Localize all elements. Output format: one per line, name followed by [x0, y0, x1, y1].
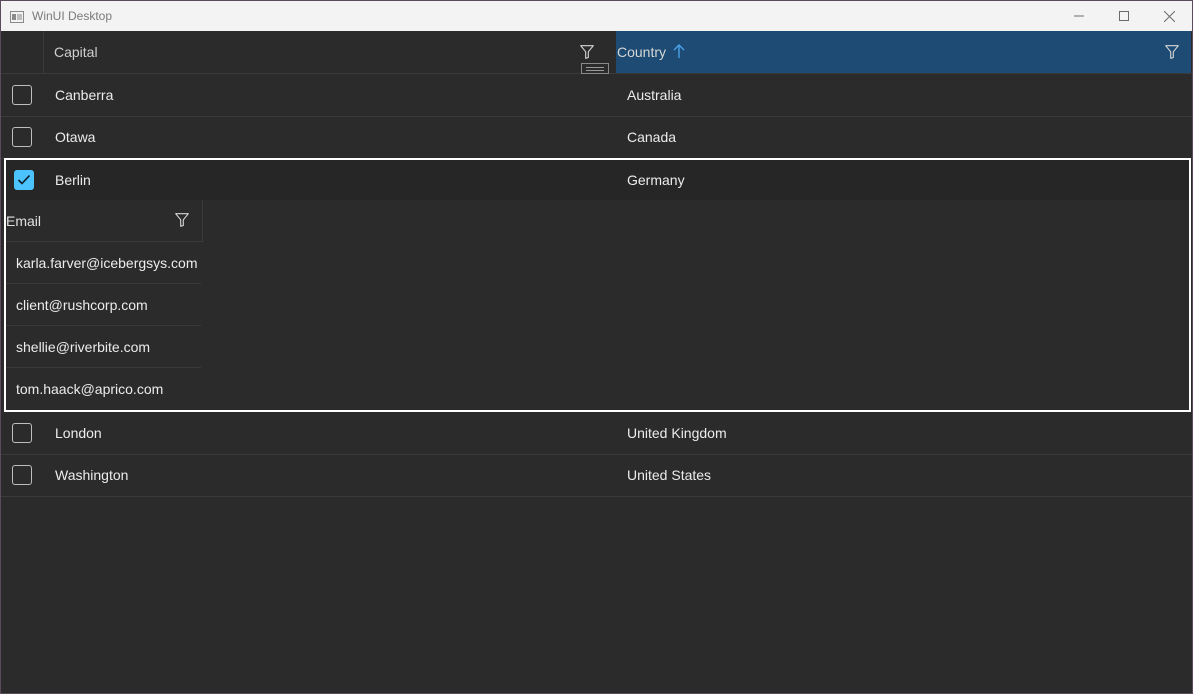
table-row[interactable]: Canberra Australia: [1, 74, 1192, 117]
maximize-icon: [1119, 11, 1129, 21]
details-email-grid: Email karla.farver@icebergsys.com client…: [6, 200, 203, 410]
table-row[interactable]: Washington United States: [1, 454, 1192, 497]
column-header-capital[interactable]: Capital: [44, 31, 616, 74]
title-bar[interactable]: WinUI Desktop: [1, 1, 1192, 31]
country-cell: United States: [627, 467, 712, 483]
country-cell: United Kingdom: [627, 425, 727, 441]
row-checkbox-checked[interactable]: [14, 170, 34, 190]
checkmark-icon: [17, 174, 31, 185]
column-header-label: Capital: [54, 44, 98, 60]
data-grid: Capital Country Canberra Australia Otawa…: [1, 31, 1192, 693]
capital-cell: Berlin: [55, 172, 91, 188]
capital-cell: Washington: [55, 467, 129, 483]
row-checkbox[interactable]: [12, 465, 32, 485]
maximize-button[interactable]: [1101, 1, 1147, 31]
row-checkbox[interactable]: [12, 423, 32, 443]
table-row[interactable]: London United Kingdom: [1, 412, 1192, 455]
table-row[interactable]: Otawa Canada: [1, 116, 1192, 159]
column-resize-grip[interactable]: [581, 63, 609, 74]
capital-cell: Otawa: [55, 129, 96, 145]
country-cell: Germany: [627, 172, 685, 188]
row-checkbox[interactable]: [12, 85, 32, 105]
filter-icon[interactable]: [580, 45, 594, 62]
selected-row-with-details[interactable]: Berlin Germany Email karla.farver@iceber…: [4, 158, 1191, 412]
email-row[interactable]: shellie@riverbite.com: [6, 326, 201, 368]
app-icon: [10, 10, 24, 23]
column-header-label: Email: [6, 213, 42, 229]
email-cell: shellie@riverbite.com: [16, 339, 151, 355]
email-cell: client@rushcorp.com: [16, 297, 148, 313]
minimize-icon: [1074, 15, 1084, 17]
close-icon: [1163, 10, 1175, 22]
country-cell: Australia: [627, 87, 682, 103]
minimize-button[interactable]: [1056, 1, 1102, 31]
email-row[interactable]: client@rushcorp.com: [6, 284, 201, 326]
app-window: WinUI Desktop Capital Country Canberra A…: [0, 0, 1193, 694]
column-header-country[interactable]: Country: [616, 31, 1191, 73]
table-row-selected[interactable]: Berlin Germany: [6, 160, 1189, 200]
sort-ascending-icon: [673, 44, 685, 61]
email-cell: tom.haack@aprico.com: [16, 381, 164, 397]
country-cell: Canada: [627, 129, 677, 145]
window-title: WinUI Desktop: [32, 9, 113, 23]
row-checkbox[interactable]: [12, 127, 32, 147]
column-header-label: Country: [617, 44, 667, 60]
column-header-row: Capital Country: [1, 31, 1192, 74]
email-row[interactable]: karla.farver@icebergsys.com: [6, 242, 201, 284]
close-button[interactable]: [1146, 1, 1192, 31]
filter-icon[interactable]: [1165, 45, 1179, 62]
column-header-email[interactable]: Email: [6, 200, 203, 242]
email-cell: karla.farver@icebergsys.com: [16, 255, 198, 271]
email-row[interactable]: tom.haack@aprico.com: [6, 368, 201, 409]
filter-icon[interactable]: [175, 213, 189, 230]
capital-cell: Canberra: [55, 87, 114, 103]
select-all-header-cell[interactable]: [1, 31, 44, 73]
capital-cell: London: [55, 425, 102, 441]
